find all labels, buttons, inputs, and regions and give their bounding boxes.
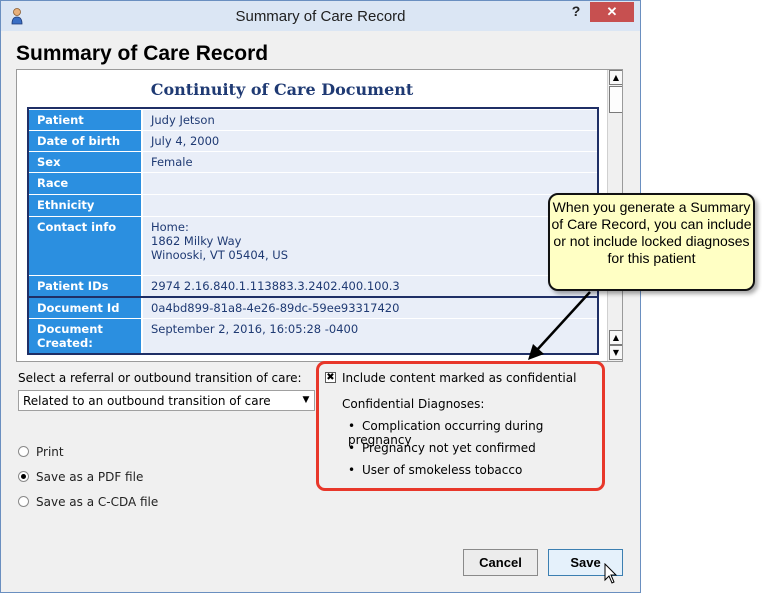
callout-note: When you generate a Summary of Care Reco… — [548, 193, 755, 291]
mouse-pointer-icon — [604, 563, 618, 584]
callout-text: When you generate a Summary of Care Reco… — [551, 199, 752, 266]
callout-arrow — [528, 291, 591, 360]
